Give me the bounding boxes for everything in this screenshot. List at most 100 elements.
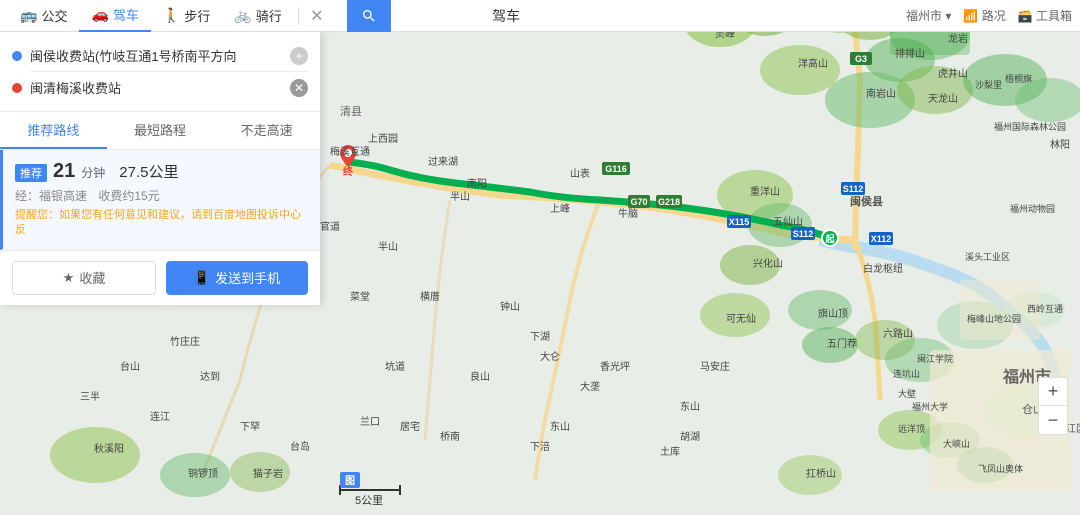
- svg-text:梧桐旗: 梧桐旗: [1005, 73, 1032, 84]
- right-controls: 福州市 ▾ 📶 路况 🗃️ 工具箱: [906, 7, 1072, 24]
- tab-bike[interactable]: 🚲 骑行: [222, 0, 293, 32]
- svg-text:洋高山: 洋高山: [798, 57, 828, 70]
- from-add-btn[interactable]: +: [290, 47, 308, 65]
- svg-text:重洋山: 重洋山: [750, 185, 780, 198]
- svg-text:大峡山: 大峡山: [943, 438, 970, 449]
- svg-text:X115: X115: [729, 217, 750, 227]
- svg-text:半山: 半山: [378, 240, 398, 253]
- svg-text:G3: G3: [855, 54, 867, 64]
- svg-text:钟山: 钟山: [500, 300, 520, 313]
- drive-icon: 🚗: [91, 6, 108, 23]
- tab-drive[interactable]: 🚗 驾车: [79, 0, 150, 32]
- top-bar: 🚌 公交 🚗 驾车 🚶 步行 🚲 骑行 ✕ 驾车 福州市 ▾ 📶: [0, 0, 1080, 32]
- svg-text:G70: G70: [630, 197, 647, 207]
- separator-1: [298, 7, 299, 25]
- bus-icon: 🚌: [20, 7, 37, 24]
- svg-text:上峰: 上峰: [550, 203, 570, 215]
- svg-text:远洋顶: 远洋顶: [898, 423, 925, 434]
- from-input[interactable]: 闽侯收费站(竹岐互通1号桥南平方向: [30, 46, 282, 65]
- city-selector[interactable]: 福州市 ▾: [906, 7, 951, 24]
- close-button[interactable]: ✕: [307, 6, 327, 26]
- svg-text:东山: 东山: [680, 400, 700, 413]
- svg-text:桥南: 桥南: [440, 430, 460, 443]
- road-condition[interactable]: 📶 路况: [963, 7, 1005, 24]
- send-to-phone-button[interactable]: 📱 发送到手机: [166, 261, 308, 295]
- svg-text:下湖: 下湖: [530, 331, 550, 343]
- svg-text:过来湖: 过来湖: [428, 155, 458, 168]
- svg-text:沙梨里: 沙梨里: [975, 79, 1002, 90]
- phone-icon: 📱: [194, 270, 210, 286]
- input-section: 闽侯收费站(竹岐互通1号桥南平方向 + 闽清梅溪收费站 ✕: [0, 32, 320, 112]
- to-input[interactable]: 闽清梅溪收费站: [30, 78, 282, 97]
- svg-text:福州动物园: 福州动物园: [1010, 203, 1055, 214]
- svg-text:排排山: 排排山: [895, 47, 925, 60]
- svg-text:坑道: 坑道: [385, 360, 405, 373]
- svg-text:三半: 三半: [80, 390, 100, 403]
- from-dot: [12, 51, 22, 61]
- svg-text:兰口: 兰口: [360, 415, 380, 428]
- svg-text:起: 起: [824, 233, 835, 244]
- route-item-1[interactable]: 推荐 21 分钟 27.5公里 经：福银高速 收费约15元 提醒您：如果您有任何…: [0, 150, 320, 250]
- svg-text:横厝: 横厝: [420, 290, 440, 303]
- route-time-unit: 分钟: [81, 164, 105, 181]
- svg-text:清县: 清县: [340, 105, 362, 118]
- tools-menu[interactable]: 🗃️ 工具箱: [1018, 7, 1072, 24]
- route-notice: 提醒您：如果您有任何意见和建议，请到百度地图投诉中心反: [15, 208, 308, 239]
- svg-text:梅溪互通: 梅溪互通: [330, 145, 370, 158]
- svg-text:六路山: 六路山: [883, 327, 913, 340]
- svg-text:S112: S112: [793, 229, 814, 239]
- svg-text:福州大学: 福州大学: [912, 401, 948, 412]
- tab-walk-label: 步行: [184, 6, 210, 25]
- tab-walk[interactable]: 🚶 步行: [151, 0, 222, 32]
- svg-text:马安庄: 马安庄: [700, 360, 730, 373]
- route-tab-no-highway[interactable]: 不走高速: [213, 112, 320, 149]
- route-distance: 27.5公里: [119, 161, 178, 182]
- svg-text:土库: 土库: [660, 445, 680, 458]
- svg-text:上西园: 上西园: [368, 133, 398, 145]
- svg-text:五仙山: 五仙山: [773, 215, 803, 228]
- svg-text:白龙枢纽: 白龙枢纽: [863, 262, 903, 275]
- svg-text:良山: 良山: [470, 370, 490, 383]
- svg-text:连江: 连江: [150, 410, 170, 423]
- svg-text:大垄: 大垄: [580, 380, 600, 393]
- svg-text:山表: 山表: [570, 167, 590, 180]
- search-button[interactable]: [347, 0, 391, 32]
- svg-text:东山: 东山: [550, 420, 570, 433]
- route-badge: 推荐: [15, 164, 47, 182]
- tab-bus[interactable]: 🚌 公交: [8, 0, 79, 32]
- svg-text:台山: 台山: [120, 360, 140, 373]
- svg-text:龙岩: 龙岩: [948, 32, 968, 45]
- svg-text:扛桥山: 扛桥山: [806, 467, 836, 480]
- svg-text:天龙山: 天龙山: [928, 92, 958, 105]
- svg-text:铜锣顶: 铜锣顶: [188, 467, 218, 480]
- zoom-controls: + −: [1038, 377, 1068, 435]
- svg-text:菜堂: 菜堂: [350, 291, 370, 303]
- svg-text:5公里: 5公里: [355, 494, 383, 507]
- svg-text:福州国际森林公园: 福州国际森林公园: [994, 121, 1066, 132]
- left-panel: 闽侯收费站(竹岐互通1号桥南平方向 + 闽清梅溪收费站 ✕ 推荐路线 最短路程 …: [0, 32, 320, 305]
- svg-text:官道: 官道: [320, 220, 340, 233]
- to-dot: [12, 83, 22, 93]
- svg-text:飞凤山奥体: 飞凤山奥体: [978, 463, 1023, 474]
- bike-icon: 🚲: [234, 7, 251, 24]
- svg-text:可无仙: 可无仙: [726, 312, 756, 325]
- star-icon: ★: [63, 270, 75, 286]
- svg-text:下罕: 下罕: [240, 421, 260, 433]
- svg-text:溪头工业区: 溪头工业区: [965, 251, 1010, 262]
- svg-text:达到: 达到: [200, 371, 220, 383]
- svg-text:秋溪阳: 秋溪阳: [94, 442, 124, 455]
- svg-text:X112: X112: [871, 234, 892, 244]
- svg-text:大壁: 大壁: [898, 388, 916, 399]
- zoom-out-button[interactable]: −: [1039, 406, 1067, 434]
- svg-text:南阳: 南阳: [467, 177, 487, 190]
- route-tab-shortest[interactable]: 最短路程: [107, 112, 214, 149]
- search-icon: [361, 8, 377, 24]
- route-tab-recommended[interactable]: 推荐路线: [0, 112, 107, 149]
- svg-text:终: 终: [343, 165, 354, 178]
- zoom-in-button[interactable]: +: [1039, 378, 1067, 406]
- tab-drive-label: 驾车: [113, 5, 139, 24]
- svg-text:半山: 半山: [450, 190, 470, 203]
- collect-button[interactable]: ★ 收藏: [12, 261, 156, 295]
- to-clear-btn[interactable]: ✕: [290, 79, 308, 97]
- from-location-row: 闽侯收费站(竹岐互通1号桥南平方向 +: [12, 42, 308, 69]
